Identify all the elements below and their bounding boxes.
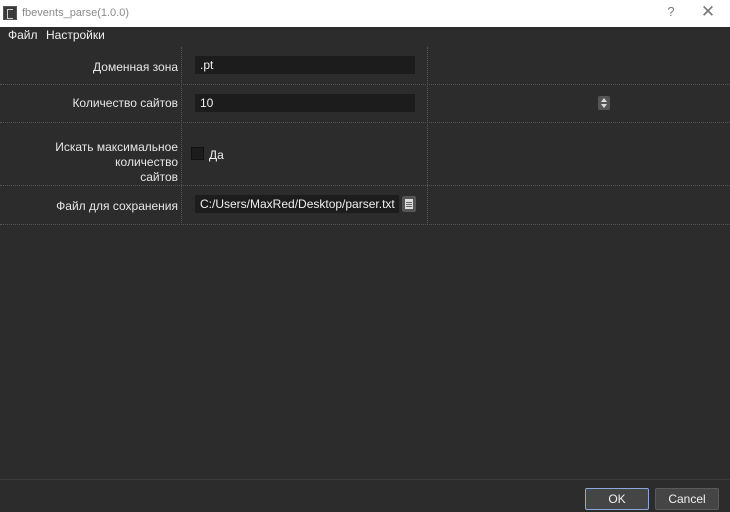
- ok-button[interactable]: OK: [585, 488, 649, 510]
- close-button[interactable]: ✕: [698, 2, 718, 22]
- menu-settings[interactable]: Настройки: [46, 28, 105, 42]
- row-domain: Доменная зона .pt: [0, 47, 730, 85]
- max-label-line1: Искать максимальное количество: [55, 140, 178, 169]
- max-checkbox[interactable]: [191, 147, 204, 160]
- domain-label: Доменная зона: [93, 60, 178, 74]
- document-icon: [405, 199, 413, 209]
- count-value: 10: [200, 96, 214, 110]
- browse-button[interactable]: [402, 196, 416, 212]
- row-max: Искать максимальное количество сайтов Да: [0, 123, 730, 186]
- count-label: Количество сайтов: [72, 96, 178, 110]
- spin-buttons[interactable]: [598, 96, 610, 110]
- max-checkbox-label[interactable]: Да: [209, 148, 224, 162]
- row-save: Файл для сохранения C:/Users/MaxRed/Desk…: [0, 186, 730, 225]
- save-path-input[interactable]: C:/Users/MaxRed/Desktop/parser.txt: [195, 195, 399, 213]
- row-count: Количество сайтов 10: [0, 85, 730, 123]
- menu-bar: Файл Настройки: [0, 27, 730, 43]
- app-icon: [3, 6, 17, 20]
- max-label: Искать максимальное количество сайтов: [0, 140, 178, 185]
- menu-file[interactable]: Файл: [8, 28, 38, 42]
- count-spinbox[interactable]: 10: [195, 94, 610, 112]
- domain-value: .pt: [200, 58, 214, 72]
- title-bar[interactable]: fbevents_parse(1.0.0) ? ✕: [0, 0, 730, 27]
- save-label: Файл для сохранения: [56, 199, 178, 213]
- arrow-down-icon[interactable]: [601, 104, 607, 108]
- arrow-up-icon[interactable]: [601, 98, 607, 102]
- domain-input[interactable]: .pt: [195, 56, 415, 74]
- help-button[interactable]: ?: [664, 4, 678, 19]
- save-path-value: C:/Users/MaxRed/Desktop/parser.txt: [200, 197, 395, 211]
- cancel-button[interactable]: Cancel: [655, 488, 719, 510]
- max-label-line2: сайтов: [140, 170, 178, 184]
- button-bar: OK Cancel: [0, 479, 730, 512]
- window-title: fbevents_parse(1.0.0): [22, 7, 130, 19]
- row-separator: [0, 224, 730, 225]
